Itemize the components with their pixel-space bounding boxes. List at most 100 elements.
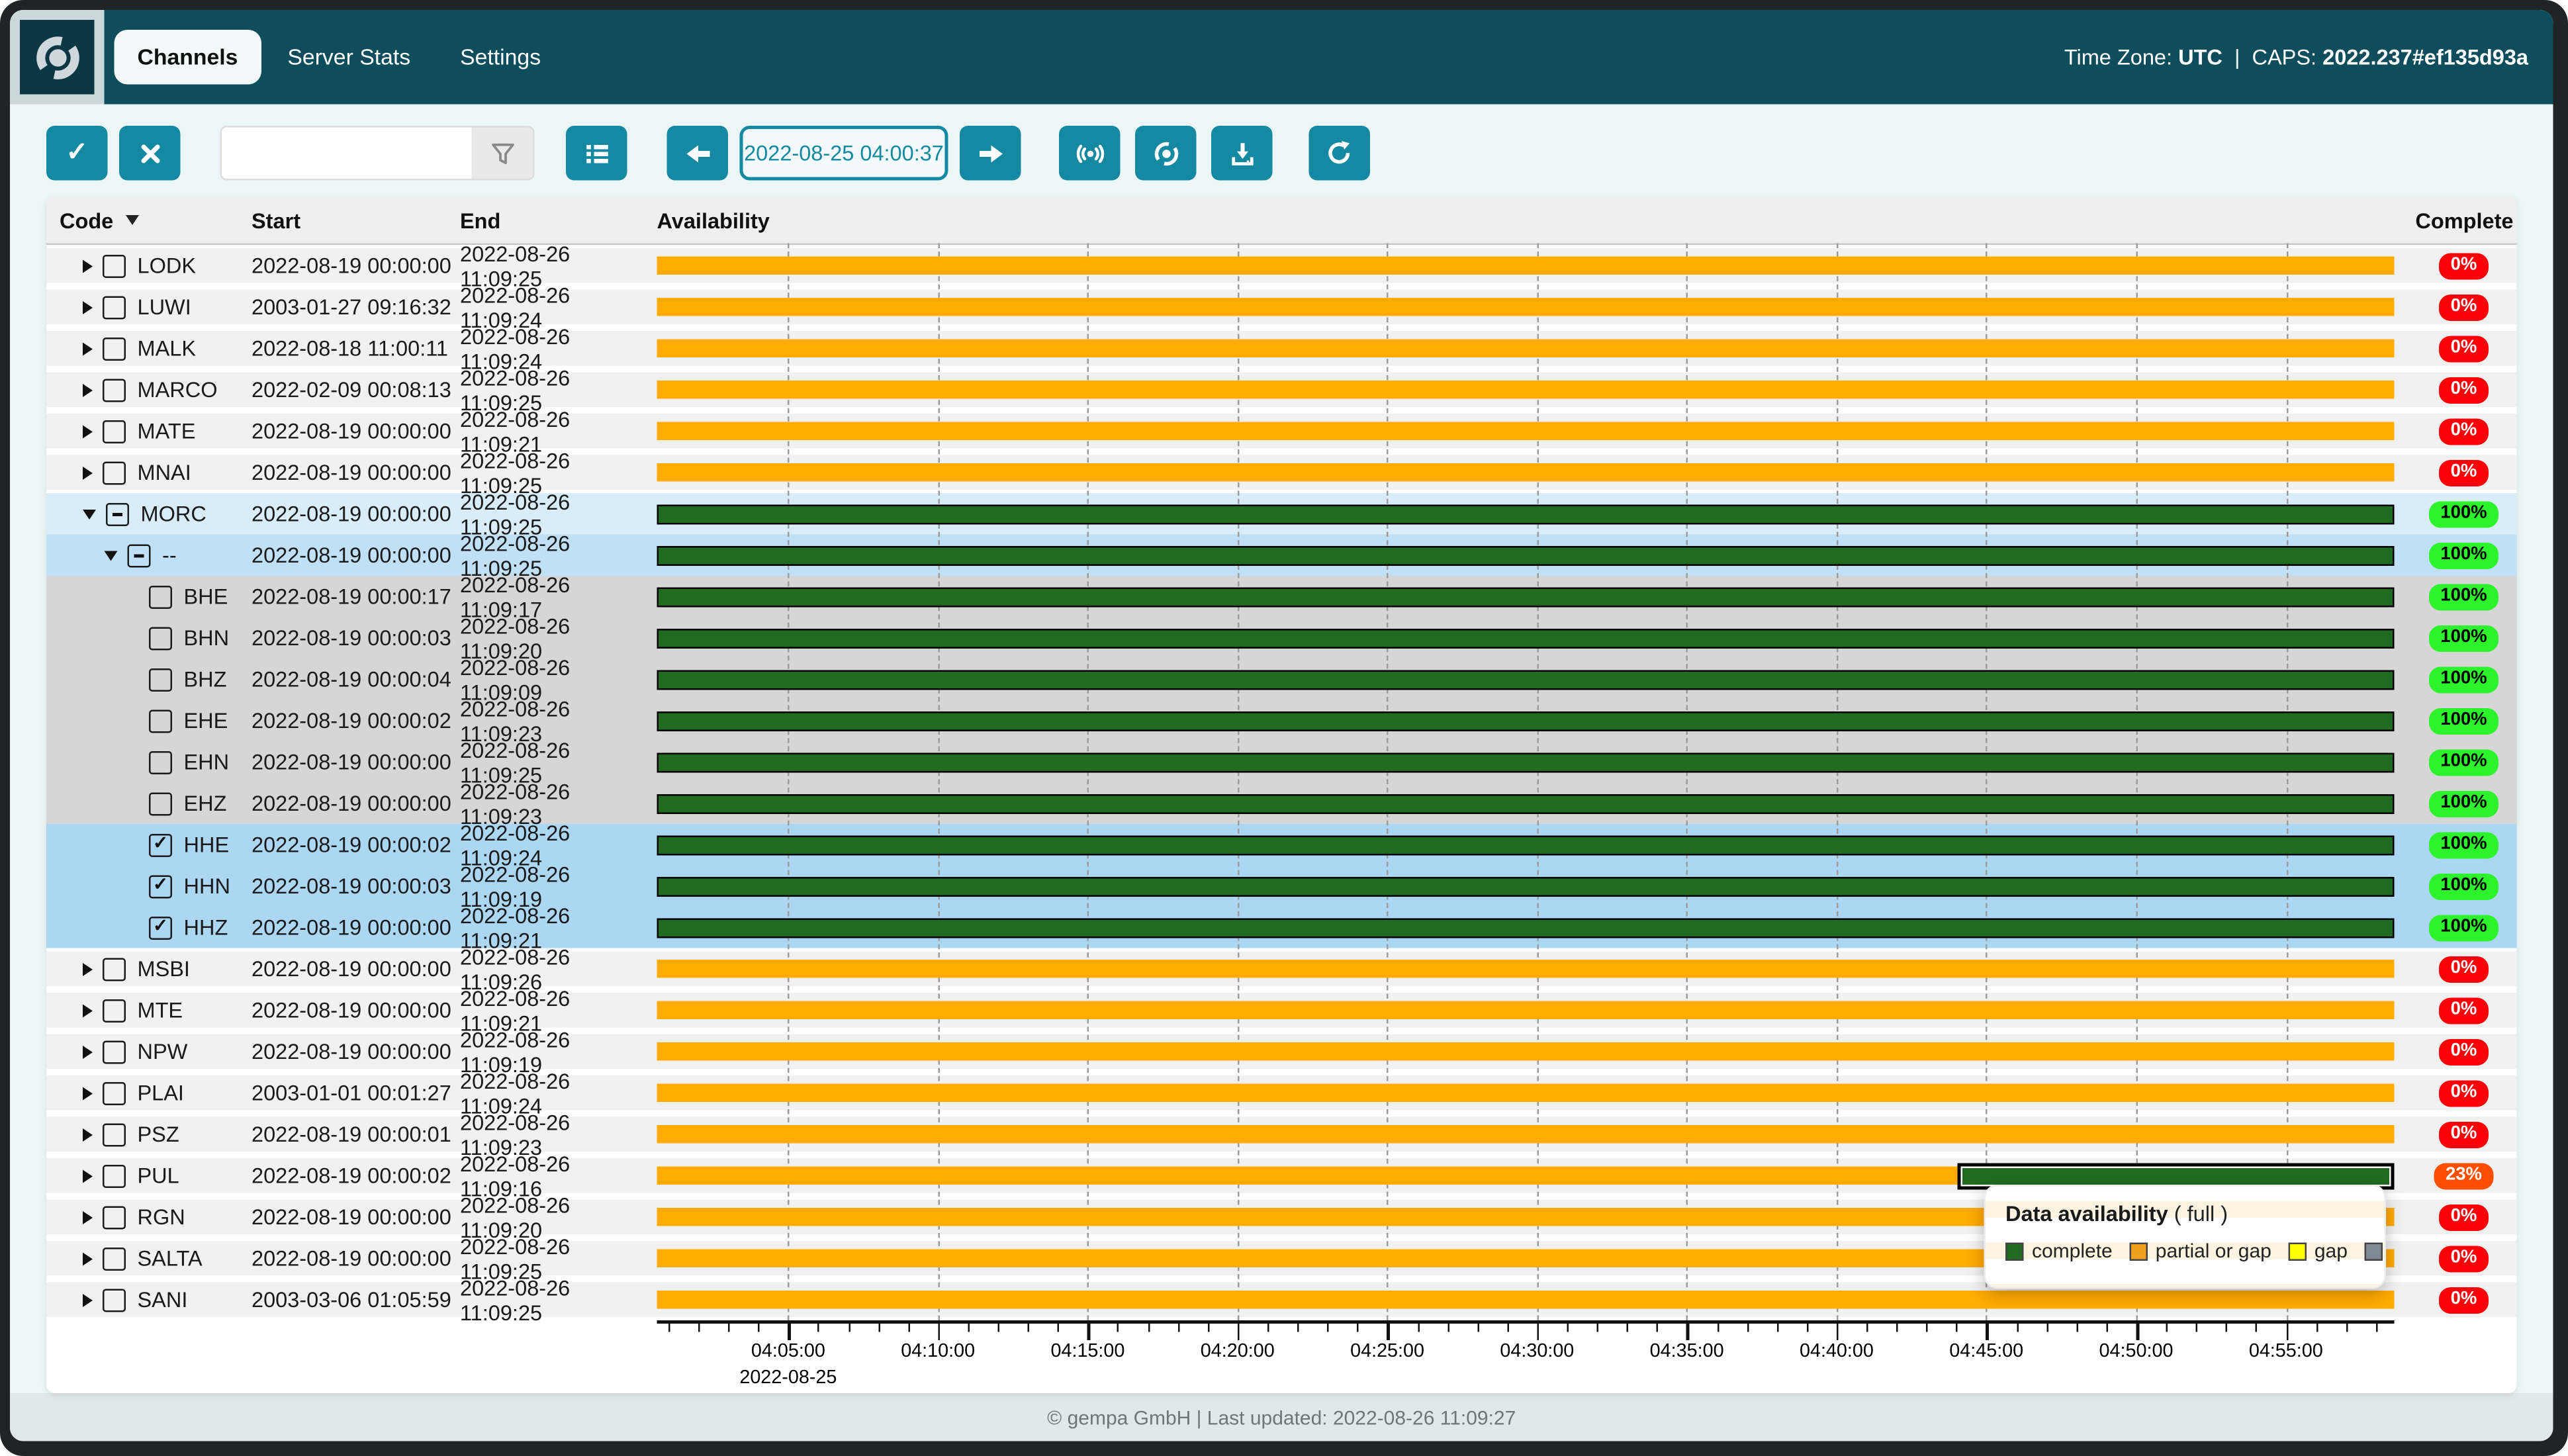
expand-icon[interactable] bbox=[83, 383, 93, 396]
row-checkbox[interactable] bbox=[103, 254, 126, 277]
table-row[interactable]: BHZ2022-08-19 00:00:042022-08-26 11:09:0… bbox=[46, 659, 2517, 700]
table-row[interactable]: MNAI2022-08-19 00:00:002022-08-26 11:09:… bbox=[46, 452, 2517, 494]
availability-bar[interactable] bbox=[657, 463, 2395, 482]
download-button[interactable] bbox=[1211, 126, 1273, 181]
table-row[interactable]: EHZ2022-08-19 00:00:002022-08-26 11:09:2… bbox=[46, 783, 2517, 825]
view-mode-button[interactable] bbox=[1135, 126, 1197, 181]
row-checkbox[interactable] bbox=[149, 792, 172, 815]
availability-bar[interactable] bbox=[657, 711, 2395, 731]
table-row[interactable]: EHE2022-08-19 00:00:022022-08-26 11:09:2… bbox=[46, 700, 2517, 742]
row-checkbox[interactable] bbox=[149, 668, 172, 691]
row-checkbox[interactable] bbox=[149, 626, 172, 649]
header-complete[interactable]: Complete bbox=[2395, 208, 2517, 233]
row-checkbox[interactable] bbox=[103, 378, 126, 401]
table-row[interactable]: MORC2022-08-19 00:00:002022-08-26 11:09:… bbox=[46, 493, 2517, 535]
expand-icon[interactable] bbox=[83, 1251, 93, 1265]
table-row[interactable]: ✓HHZ2022-08-19 00:00:002022-08-26 11:09:… bbox=[46, 907, 2517, 948]
availability-bar[interactable] bbox=[657, 960, 2395, 978]
table-row[interactable]: NPW2022-08-19 00:00:002022-08-26 11:09:1… bbox=[46, 1031, 2517, 1073]
row-checkbox[interactable] bbox=[103, 1081, 126, 1105]
table-row[interactable]: BHE2022-08-19 00:00:172022-08-26 11:09:1… bbox=[46, 576, 2517, 617]
expand-icon[interactable] bbox=[83, 466, 93, 479]
header-code[interactable]: Code bbox=[46, 208, 252, 233]
datetime-input[interactable]: 2022-08-25 04:00:37 bbox=[740, 126, 948, 181]
row-checkbox[interactable] bbox=[149, 751, 172, 774]
table-row[interactable]: --2022-08-19 00:00:002022-08-26 11:09:25… bbox=[46, 535, 2517, 576]
expand-icon[interactable] bbox=[83, 1128, 93, 1141]
availability-bar[interactable] bbox=[657, 298, 2395, 316]
confirm-selection-button[interactable]: ✓ bbox=[46, 126, 108, 181]
table-row[interactable]: ✓HHE2022-08-19 00:00:022022-08-26 11:09:… bbox=[46, 824, 2517, 866]
availability-bar[interactable] bbox=[657, 794, 2395, 813]
availability-bar[interactable] bbox=[657, 1001, 2395, 1020]
table-row[interactable]: ✓HHN2022-08-19 00:00:032022-08-26 11:09:… bbox=[46, 866, 2517, 907]
tab-channels[interactable]: Channels bbox=[115, 30, 261, 85]
funnel-icon[interactable] bbox=[472, 128, 533, 179]
availability-bar[interactable] bbox=[657, 340, 2395, 358]
table-row[interactable]: LUWI2003-01-27 09:16:322022-08-26 11:09:… bbox=[46, 287, 2517, 328]
expand-icon[interactable] bbox=[83, 1169, 93, 1182]
availability-bar[interactable] bbox=[657, 381, 2395, 399]
table-row[interactable]: PSZ2022-08-19 00:00:012022-08-26 11:09:2… bbox=[46, 1114, 2517, 1156]
tab-settings[interactable]: Settings bbox=[437, 30, 564, 85]
row-checkbox[interactable] bbox=[103, 295, 126, 318]
availability-bar[interactable] bbox=[657, 1042, 2395, 1061]
row-checkbox[interactable] bbox=[106, 502, 129, 525]
table-row[interactable]: LODK2022-08-19 00:00:002022-08-26 11:09:… bbox=[46, 245, 2517, 287]
table-row[interactable]: EHN2022-08-19 00:00:002022-08-26 11:09:2… bbox=[46, 741, 2517, 783]
expand-icon[interactable] bbox=[83, 1003, 93, 1017]
availability-bar[interactable] bbox=[657, 257, 2395, 275]
row-checkbox[interactable] bbox=[103, 461, 126, 484]
collapse-icon[interactable] bbox=[83, 509, 96, 519]
availability-bar[interactable] bbox=[657, 752, 2395, 772]
app-logo[interactable] bbox=[10, 10, 105, 105]
row-checkbox[interactable]: ✓ bbox=[149, 916, 172, 939]
availability-bar[interactable] bbox=[657, 586, 2395, 606]
row-checkbox[interactable] bbox=[103, 1205, 126, 1228]
row-checkbox[interactable] bbox=[103, 1247, 126, 1270]
row-checkbox[interactable] bbox=[103, 1164, 126, 1187]
expand-icon[interactable] bbox=[83, 259, 93, 272]
availability-bar[interactable] bbox=[657, 1084, 2395, 1103]
table-row[interactable]: MTE2022-08-19 00:00:002022-08-26 11:09:2… bbox=[46, 989, 2517, 1031]
availability-bar[interactable] bbox=[657, 504, 2395, 523]
row-checkbox[interactable]: ✓ bbox=[149, 874, 172, 897]
availability-bar[interactable] bbox=[657, 669, 2395, 689]
filter-input[interactable] bbox=[222, 128, 472, 179]
row-checkbox[interactable]: ✓ bbox=[149, 833, 172, 856]
row-checkbox[interactable] bbox=[103, 337, 126, 360]
expand-icon[interactable] bbox=[83, 341, 93, 355]
row-checkbox[interactable] bbox=[103, 1288, 126, 1311]
live-mode-button[interactable] bbox=[1059, 126, 1121, 181]
table-row[interactable]: BHN2022-08-19 00:00:032022-08-26 11:09:2… bbox=[46, 617, 2517, 659]
row-checkbox[interactable] bbox=[103, 420, 126, 443]
channel-list-button[interactable] bbox=[566, 126, 627, 181]
header-availability[interactable]: Availability bbox=[657, 208, 2395, 233]
table-row[interactable]: MSBI2022-08-19 00:00:002022-08-26 11:09:… bbox=[46, 948, 2517, 990]
row-checkbox[interactable] bbox=[103, 957, 126, 980]
expand-icon[interactable] bbox=[83, 1086, 93, 1099]
row-checkbox[interactable] bbox=[103, 999, 126, 1022]
expand-icon[interactable] bbox=[83, 424, 93, 437]
availability-bar[interactable] bbox=[657, 1291, 2395, 1309]
next-window-button[interactable] bbox=[960, 126, 1021, 181]
previous-window-button[interactable] bbox=[667, 126, 729, 181]
availability-bar[interactable] bbox=[657, 545, 2395, 565]
table-row[interactable]: MATE2022-08-19 00:00:002022-08-26 11:09:… bbox=[46, 410, 2517, 452]
availability-bar[interactable] bbox=[657, 628, 2395, 648]
availability-bar[interactable] bbox=[657, 1125, 2395, 1144]
row-checkbox[interactable] bbox=[149, 709, 172, 732]
table-row[interactable]: PLAI2003-01-01 00:01:272022-08-26 11:09:… bbox=[46, 1072, 2517, 1114]
collapse-icon[interactable] bbox=[105, 550, 118, 560]
expand-icon[interactable] bbox=[83, 1293, 93, 1306]
row-checkbox[interactable] bbox=[103, 1040, 126, 1063]
table-row[interactable]: MALK2022-08-18 11:00:112022-08-26 11:09:… bbox=[46, 328, 2517, 369]
clear-selection-button[interactable] bbox=[119, 126, 181, 181]
tab-server-stats[interactable]: Server Stats bbox=[264, 30, 434, 85]
row-checkbox[interactable] bbox=[128, 543, 151, 567]
availability-bar[interactable] bbox=[657, 422, 2395, 441]
expand-icon[interactable] bbox=[83, 300, 93, 314]
expand-icon[interactable] bbox=[83, 962, 93, 976]
expand-icon[interactable] bbox=[83, 1045, 93, 1058]
header-end[interactable]: End bbox=[460, 208, 657, 233]
